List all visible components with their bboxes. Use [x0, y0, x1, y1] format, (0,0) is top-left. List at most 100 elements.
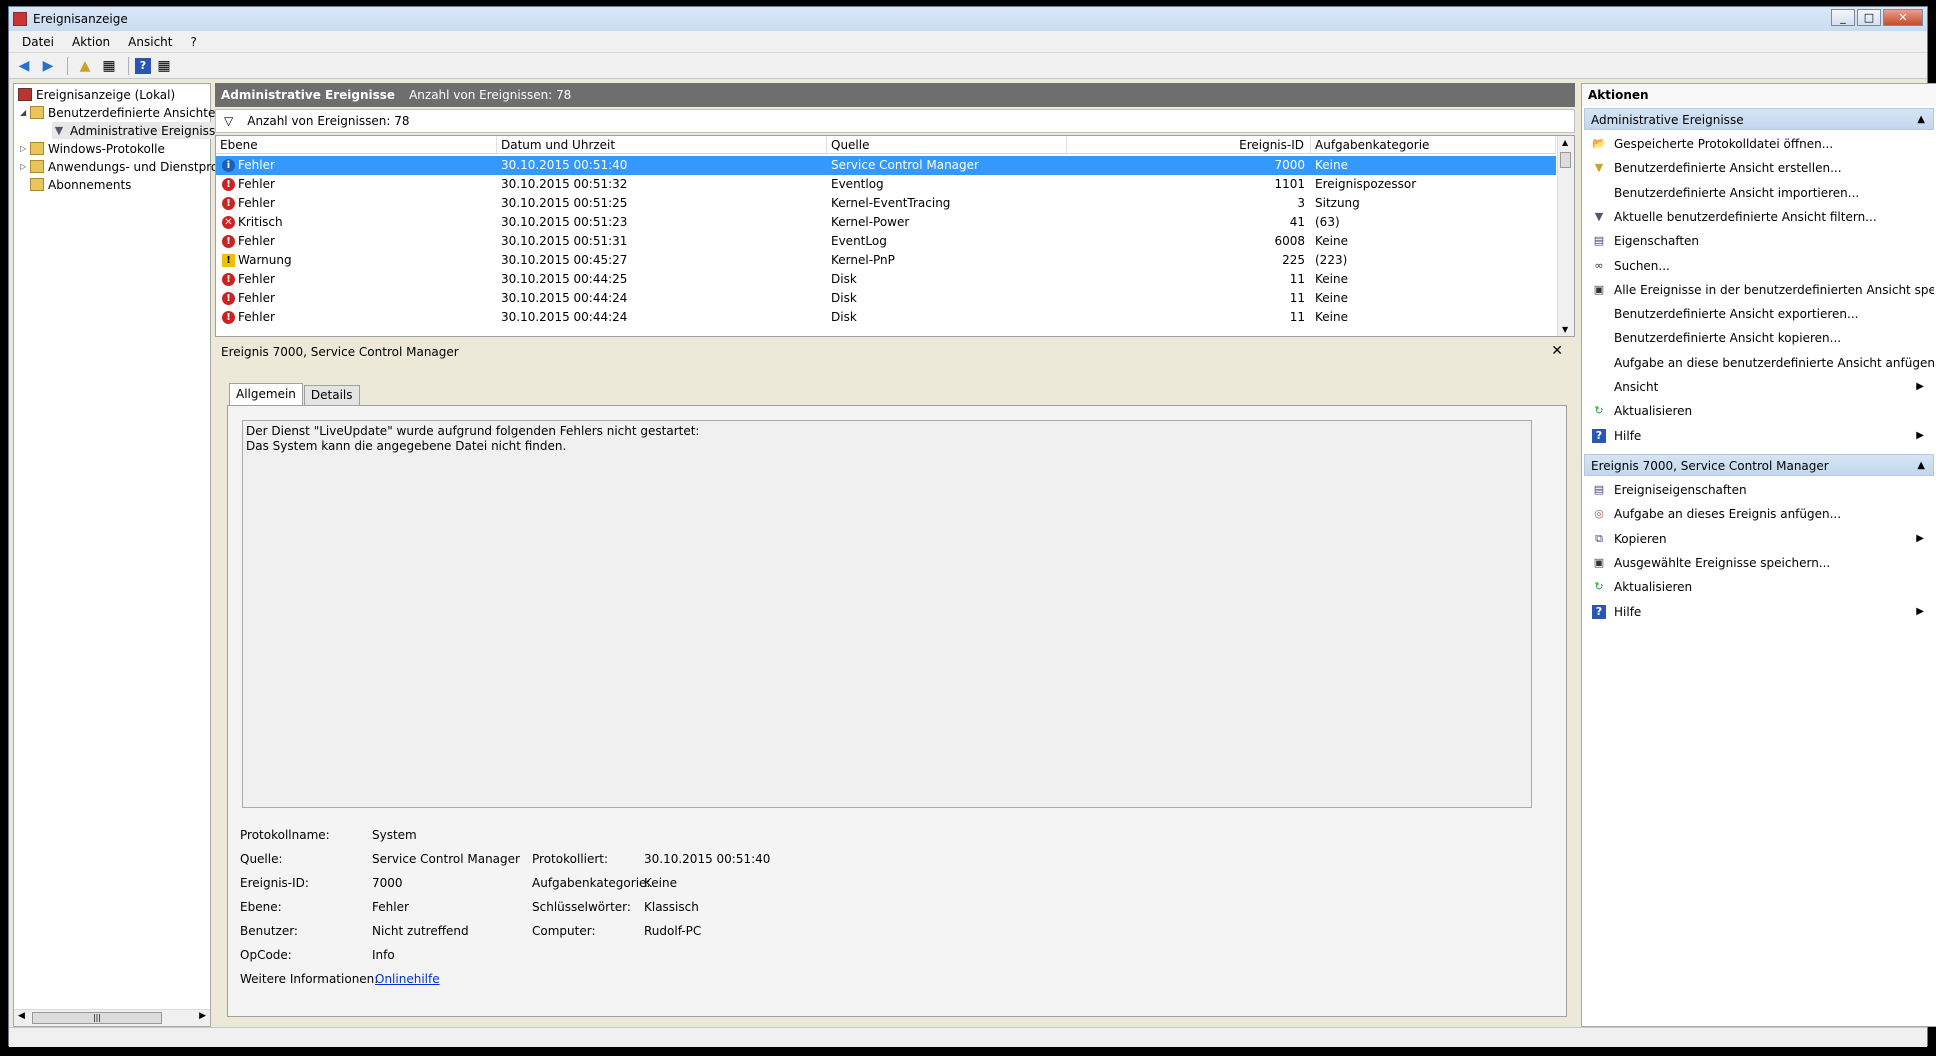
action-item[interactable]: Ansicht ▶ [1584, 377, 1934, 397]
column-category[interactable]: Aufgabenkategorie [1311, 136, 1556, 154]
action-item[interactable]: ↻ Aktualisieren [1584, 577, 1934, 597]
event-list: Ebene Datum und Uhrzeit Quelle Ereignis-… [215, 135, 1575, 337]
action-item[interactable]: Benutzerdefinierte Ansicht kopieren... [1584, 328, 1934, 348]
tab-allgemein[interactable]: Allgemein [229, 383, 303, 405]
task-icon: ◎ [1594, 507, 1604, 521]
save-icon: ▣ [1593, 555, 1605, 569]
event-row[interactable]: ! Fehler 30.10.2015 00:51:31 EventLog 6008 Ke… [216, 232, 1556, 251]
column-event-id[interactable]: Ereignis-ID [1067, 136, 1311, 154]
close-button[interactable]: ✕ [1883, 9, 1923, 26]
action-item[interactable]: Aufgabe an diese benutzerdefinierte Ansi… [1584, 353, 1934, 373]
show-hide-action-pane-icon[interactable]: ▦ [153, 56, 175, 76]
column-source[interactable]: Quelle [827, 136, 1067, 154]
action-label: Kopieren [1614, 531, 1667, 546]
actions-section-event[interactable]: Ereignis 7000, Service Control Manager ▲ [1584, 454, 1934, 476]
scroll-thumb[interactable] [1560, 152, 1571, 168]
collapse-icon[interactable]: ◢ [20, 108, 30, 117]
help-icon: ? [1592, 604, 1606, 619]
tab-details[interactable]: Details [303, 385, 360, 405]
cell-event-id: 11 [1289, 291, 1305, 305]
error-icon: ! [222, 235, 235, 248]
menu-ansicht[interactable]: Ansicht [119, 35, 181, 49]
folder-icon [30, 106, 44, 119]
action-item[interactable]: ↻ Aktualisieren [1584, 401, 1934, 421]
close-icon[interactable]: ✕ [1551, 343, 1563, 359]
scroll-down-icon[interactable]: ▼ [1562, 325, 1568, 334]
cell-date: 30.10.2015 00:44:24 [501, 310, 628, 324]
maximize-button[interactable]: □ [1857, 9, 1881, 26]
prop-value: 7000 [372, 876, 403, 890]
cell-category: (63) [1315, 215, 1340, 229]
forward-icon[interactable]: ▶ [37, 56, 59, 76]
expand-icon[interactable]: ▷ [20, 162, 30, 171]
tree-item-custom-views[interactable]: ◢ Benutzerdefinierte Ansichten [20, 104, 223, 121]
cell-event-id: 11 [1289, 310, 1305, 324]
tree-item-windows-logs[interactable]: ▷ Windows-Protokolle [20, 140, 165, 157]
cell-date: 30.10.2015 00:51:32 [501, 177, 628, 191]
actions-section-admin-events[interactable]: Administrative Ereignisse ▲ [1584, 108, 1934, 130]
menu-help[interactable]: ? [181, 35, 205, 49]
tree-item-admin-events[interactable]: ▼ Administrative Ereignisse [52, 122, 223, 139]
collapse-arrow-icon[interactable]: ▲ [1917, 455, 1925, 477]
help-icon[interactable]: ? [135, 57, 151, 74]
menu-aktion[interactable]: Aktion [63, 35, 119, 49]
prop-label: Ereignis-ID: [240, 876, 309, 890]
column-date[interactable]: Datum und Uhrzeit [497, 136, 827, 154]
expand-icon[interactable]: ▷ [20, 144, 30, 153]
action-item[interactable]: ⧉ Kopieren ▶ [1584, 529, 1934, 549]
action-item[interactable]: ? Hilfe ▶ [1584, 602, 1934, 622]
window-title: Ereignisanzeige [33, 12, 128, 26]
action-item[interactable]: ◎ Aufgabe an dieses Ereignis anfügen... [1584, 504, 1934, 524]
action-item[interactable]: ∞ Suchen... [1584, 256, 1934, 276]
action-item[interactable]: Benutzerdefinierte Ansicht importieren..… [1584, 183, 1934, 203]
action-item[interactable]: ▤ Ereigniseigenschaften [1584, 480, 1934, 500]
toolbar-separator [128, 56, 129, 75]
event-row[interactable]: ! Fehler 30.10.2015 00:44:24 Disk 11 Keine [216, 308, 1556, 327]
scroll-left-icon[interactable]: ◀ [18, 1011, 25, 1021]
minimize-button[interactable]: _ [1831, 9, 1855, 26]
section-label: Ereignis 7000, Service Control Manager [1591, 459, 1829, 473]
action-item[interactable]: ▼ Aktuelle benutzerdefinierte Ansicht fil… [1584, 207, 1934, 227]
show-hide-tree-icon[interactable]: ▦ [98, 56, 120, 76]
collapse-arrow-icon[interactable]: ▲ [1917, 109, 1925, 131]
prop-label: Aufgabenkategorie: [532, 876, 651, 890]
tree-horizontal-scrollbar[interactable]: ◀ ||| ▶ [14, 1009, 210, 1026]
scroll-thumb[interactable]: ||| [32, 1012, 162, 1024]
event-row[interactable]: ✕ Kritisch 30.10.2015 00:51:23 Kernel-Power… [216, 213, 1556, 232]
scroll-right-icon[interactable]: ▶ [199, 1011, 206, 1021]
action-item[interactable]: ▣ Ausgewählte Ereignisse speichern... [1584, 553, 1934, 573]
action-item[interactable]: Benutzerdefinierte Ansicht exportieren..… [1584, 304, 1934, 324]
event-row[interactable]: ! Fehler 30.10.2015 00:44:24 Disk 11 Keine [216, 289, 1556, 308]
toolbar: ◀ ▶ ▲ ▦ ? ▦ [9, 53, 1927, 79]
cell-category: Keine [1315, 291, 1348, 305]
event-row[interactable]: i Fehler 30.10.2015 00:51:40 Service Contro… [216, 156, 1556, 175]
event-row[interactable]: ! Fehler 30.10.2015 00:44:25 Disk 11 Keine [216, 270, 1556, 289]
action-item[interactable]: ▼ Benutzerdefinierte Ansicht erstellen... [1584, 158, 1934, 178]
event-row[interactable]: ! Fehler 30.10.2015 00:51:32 Eventlog 1101 Er… [216, 175, 1556, 194]
general-tab-panel: Der Dienst "LiveUpdate" wurde aufgrund f… [227, 405, 1567, 1017]
event-row[interactable]: ! Fehler 30.10.2015 00:51:25 Kernel-EventTr… [216, 194, 1556, 213]
event-row[interactable]: ! Warnung 30.10.2015 00:45:27 Kernel-PnP 225… [216, 251, 1556, 270]
action-item[interactable]: 📂 Gespeicherte Protokolldatei öffnen... [1584, 134, 1934, 154]
action-item[interactable]: ▤ Eigenschaften [1584, 231, 1934, 251]
action-item[interactable]: ▣ Alle Ereignisse in der benutzerdefinier… [1584, 280, 1934, 300]
event-message[interactable]: Der Dienst "LiveUpdate" wurde aufgrund f… [242, 420, 1532, 808]
cell-date: 30.10.2015 00:51:31 [501, 234, 628, 248]
prop-label: Weitere Informationen: [240, 972, 379, 986]
scroll-up-icon[interactable]: ▲ [1562, 138, 1568, 147]
action-label: Benutzerdefinierte Ansicht importieren..… [1614, 185, 1860, 200]
menu-datei[interactable]: Datei [13, 35, 63, 49]
back-icon[interactable]: ◀ [13, 56, 35, 76]
up-folder-icon[interactable]: ▲ [74, 56, 96, 76]
cell-source: Disk [831, 310, 857, 324]
menu-bar: Datei Aktion Ansicht ? [9, 31, 1927, 53]
column-level[interactable]: Ebene [216, 136, 497, 154]
copy-icon: ⧉ [1595, 531, 1603, 545]
online-help-link[interactable]: Onlinehilfe [375, 972, 440, 986]
tree-item-root[interactable]: Ereignisanzeige (Lokal) [18, 86, 175, 103]
event-list-vertical-scrollbar[interactable]: ▲ ▼ [1557, 136, 1574, 336]
cell-source: Kernel-Power [831, 215, 910, 229]
action-item[interactable]: ? Hilfe ▶ [1584, 426, 1934, 446]
tree-item-subscriptions[interactable]: Abonnements [30, 176, 131, 193]
cell-source: EventLog [831, 234, 887, 248]
